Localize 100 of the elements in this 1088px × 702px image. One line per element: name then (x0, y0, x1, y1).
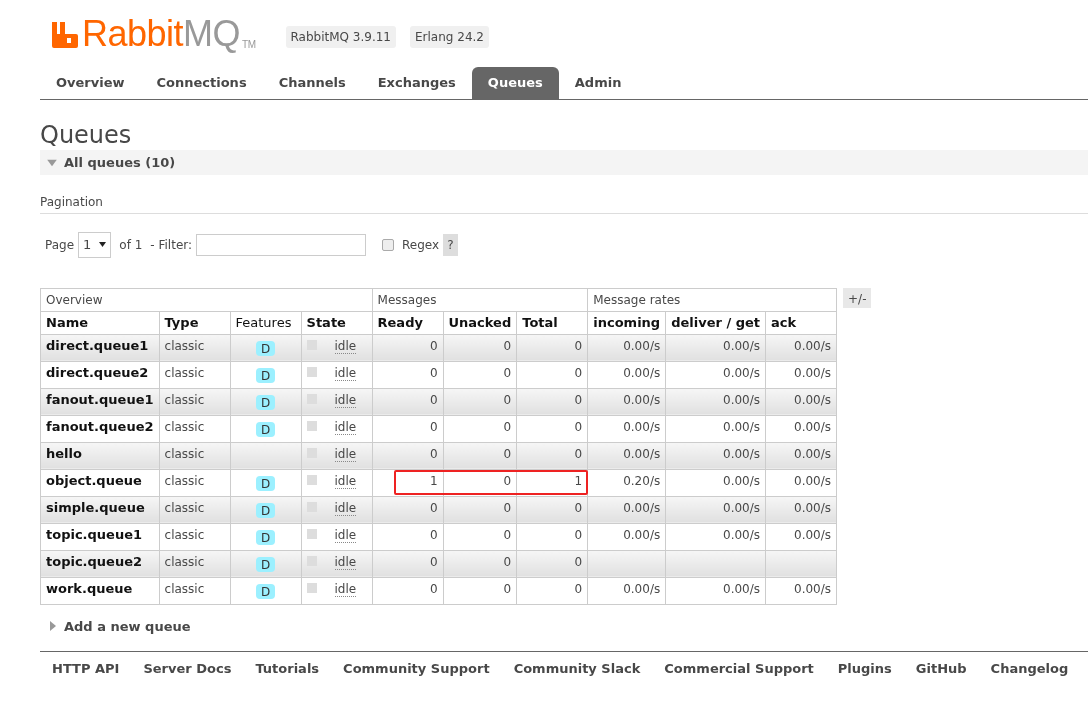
state-label: idle (334, 581, 357, 597)
table-cell: 0 (574, 419, 583, 434)
state-label: idle (334, 500, 357, 516)
table-cell: 0 (503, 446, 512, 461)
column-group-header: Messages (372, 288, 588, 311)
column-header: incoming (587, 311, 666, 334)
feature-tag: D (255, 367, 276, 383)
table-cell: 0.00/s (623, 500, 661, 515)
table-cell: 0.00/s (794, 365, 832, 380)
trademark-mark: TM (242, 40, 256, 50)
footer-link[interactable]: Tutorials (255, 659, 320, 679)
column-header: deliver / get (665, 311, 766, 334)
state-label: idle (334, 365, 357, 381)
feature-tag: D (255, 583, 276, 599)
collapse-triangle-icon[interactable] (46, 158, 58, 167)
table-cell: 0 (503, 365, 512, 380)
expand-triangle-icon[interactable] (48, 621, 58, 632)
section-heading[interactable]: Add a new queue (64, 616, 191, 636)
table-cell: 0 (574, 527, 583, 542)
table-cell: 0.00/s (794, 446, 832, 461)
state-label: idle (334, 419, 357, 435)
column-header: Ready (372, 311, 444, 334)
state-label: idle (334, 473, 357, 489)
footer-link[interactable]: GitHub (915, 659, 967, 679)
regex-checkbox[interactable] (382, 238, 395, 251)
table-cell: classic (164, 392, 205, 407)
table-cell: classic (164, 419, 205, 434)
table-cell: 0.00/s (623, 527, 661, 542)
pagination-label: Pagination (40, 195, 103, 209)
columns-toggle-button[interactable]: +/- (843, 287, 872, 308)
logo-text: MQ (183, 16, 241, 52)
table-cell: classic (164, 554, 205, 569)
table-cell: 0.00/s (723, 338, 761, 353)
table-cell: 0.00/s (723, 392, 761, 407)
nav-tab[interactable]: Queues (471, 67, 559, 99)
table-cell: 0.00/s (623, 365, 661, 380)
table-cell: 0 (574, 446, 583, 461)
column-group-header: Message rates (587, 288, 837, 311)
footer-link[interactable]: Changelog (990, 659, 1069, 679)
table-cell: classic (164, 473, 205, 488)
table-cell: 0 (503, 392, 512, 407)
footer-link[interactable]: Community Slack (513, 659, 641, 679)
column-header: State (301, 311, 373, 334)
table-cell: 0 (503, 338, 512, 353)
footer-link[interactable]: HTTP API (52, 659, 120, 679)
feature-tag: D (255, 502, 276, 518)
state-indicator-icon (306, 474, 317, 485)
table-cell: 1 (574, 473, 583, 488)
version-label: RabbitMQ 3.9.11 (285, 26, 396, 48)
footer-link[interactable]: Server Docs (143, 659, 232, 679)
page-select[interactable]: 1 (78, 232, 112, 258)
table-cell: 0 (574, 581, 583, 596)
queue-name-link[interactable]: hello (46, 445, 82, 461)
table-cell: 1 (429, 473, 438, 488)
table-cell: 0.00/s (623, 581, 661, 596)
table-cell: 0.00/s (723, 419, 761, 434)
feature-tag: D (255, 421, 276, 437)
column-header: Unacked (443, 311, 517, 334)
feature-tag: D (255, 475, 276, 491)
caret-icon (99, 242, 107, 248)
nav-tab[interactable]: Connections (140, 67, 263, 99)
table-cell: 0 (429, 365, 438, 380)
section-heading[interactable]: All queues (10) (64, 152, 176, 173)
state-label: idle (334, 392, 357, 408)
table-cell: 0 (429, 554, 438, 569)
feature-tag: D (255, 394, 276, 410)
table-cell: 0 (574, 500, 583, 515)
table-cell: 0.00/s (794, 473, 832, 488)
table-cell: 0 (503, 554, 512, 569)
feature-tag: D (255, 340, 276, 356)
table-cell: 0 (503, 419, 512, 434)
page-title: Queues (40, 120, 133, 150)
table-cell: 0.00/s (723, 473, 761, 488)
state-indicator-icon (306, 582, 317, 593)
table-cell: 0.00/s (623, 446, 661, 461)
table-cell: classic (164, 581, 205, 596)
table-cell: classic (164, 365, 205, 380)
footer-link[interactable]: Plugins (837, 659, 892, 679)
nav-tab[interactable]: Admin (558, 67, 638, 99)
nav-tab[interactable]: Channels (262, 67, 362, 99)
filter-field[interactable] (196, 233, 367, 256)
table-cell: 0.00/s (794, 500, 832, 515)
regex-label: Regex (402, 236, 440, 254)
page-count: of 1 (119, 236, 143, 254)
table-cell: 0.00/s (794, 338, 832, 353)
nav-tab[interactable]: Exchanges (361, 67, 472, 99)
table-cell: 0.00/s (723, 365, 761, 380)
state-label: idle (334, 527, 357, 543)
footer-link[interactable]: Community Support (343, 659, 490, 679)
table-cell: 0.00/s (794, 527, 832, 542)
column-header: Total (516, 311, 588, 334)
column-header: Type (159, 311, 231, 334)
table-cell: 0.00/s (623, 338, 661, 353)
column-header: ack (765, 311, 837, 334)
nav-tab[interactable]: Overview (40, 67, 141, 99)
table-cell: 0 (574, 554, 583, 569)
footer-link[interactable]: Commercial Support (664, 659, 814, 679)
state-indicator-icon (306, 366, 317, 377)
help-button[interactable]: ? (443, 233, 458, 256)
table-cell: 0 (429, 419, 438, 434)
